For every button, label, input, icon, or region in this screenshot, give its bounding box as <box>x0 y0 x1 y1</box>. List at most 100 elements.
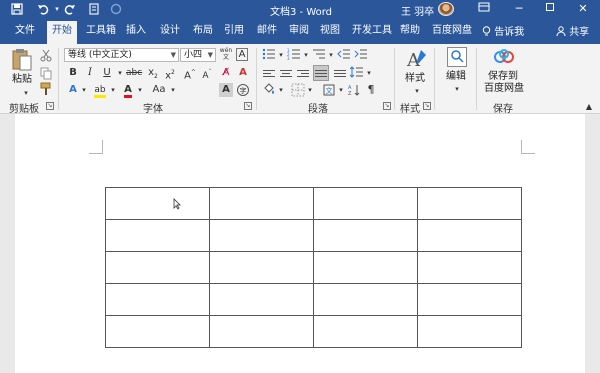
cut-icon[interactable] <box>39 48 53 62</box>
tab-view[interactable]: 视图 <box>318 23 342 44</box>
tab-design[interactable]: 设计 <box>158 23 182 44</box>
collapse-ribbon-icon[interactable]: ▲ <box>582 100 596 114</box>
close-icon[interactable]: ✕ <box>574 1 592 17</box>
grow-font-icon[interactable]: A^ <box>183 66 197 81</box>
tab-developer[interactable]: 开发工具 <box>350 23 394 44</box>
text-effects-dropdown-icon[interactable]: ▾ <box>77 83 91 97</box>
paste-icon[interactable] <box>11 48 33 72</box>
shrink-font-icon[interactable]: Aˇ <box>200 66 214 81</box>
font-size-combo[interactable]: 小四 ▼ <box>180 48 216 62</box>
clipboard-launcher-icon[interactable]: ↘ <box>46 102 54 110</box>
editing-dropdown-icon[interactable]: ▾ <box>450 82 464 96</box>
table-cell[interactable] <box>313 219 418 252</box>
decrease-indent-icon[interactable] <box>337 48 351 62</box>
underline-icon[interactable]: U <box>100 66 114 80</box>
table-cell[interactable] <box>313 283 418 316</box>
undo-dropdown-icon[interactable]: ▾ <box>51 3 63 15</box>
tab-file[interactable]: 文件 <box>13 23 37 44</box>
table-cell[interactable] <box>105 251 210 284</box>
table-cell[interactable] <box>209 219 314 252</box>
table-cell[interactable] <box>417 251 522 284</box>
table-cell[interactable] <box>105 187 210 220</box>
undo-icon[interactable] <box>37 3 49 15</box>
tab-references[interactable]: 引用 <box>222 23 246 44</box>
font-launcher-icon[interactable]: ↘ <box>244 102 252 110</box>
tab-mailings[interactable]: 邮件 <box>255 23 279 44</box>
underline-dropdown-icon[interactable]: ▾ <box>113 66 127 80</box>
redo-icon[interactable] <box>64 3 76 15</box>
enclose-characters-icon[interactable]: 字 <box>236 83 250 97</box>
paste-label[interactable]: 粘贴 <box>12 73 32 87</box>
bullets-dropdown-icon[interactable]: ▾ <box>274 48 288 62</box>
table-cell[interactable] <box>417 315 522 348</box>
table-cell[interactable] <box>209 187 314 220</box>
clear-formatting-icon[interactable]: A̸ <box>219 66 233 80</box>
styles-launcher-icon[interactable]: ↘ <box>423 102 431 110</box>
table-cell[interactable] <box>313 187 418 220</box>
table-cell[interactable] <box>209 315 314 348</box>
tab-baidu-netdisk[interactable]: 百度网盘 <box>430 23 474 44</box>
save-icon[interactable] <box>11 3 23 15</box>
circle-icon[interactable] <box>110 3 122 15</box>
subscript-icon[interactable]: x2 <box>146 66 160 80</box>
highlight-dropdown-icon[interactable]: ▾ <box>106 83 120 97</box>
avatar[interactable] <box>438 2 454 16</box>
tab-help[interactable]: 帮助 <box>398 23 422 44</box>
table-cell[interactable] <box>417 187 522 220</box>
table-cell[interactable] <box>105 283 210 316</box>
tab-insert[interactable]: 插入 <box>124 23 148 44</box>
shading-dropdown-icon[interactable]: ▾ <box>274 83 288 97</box>
text-format-icon[interactable]: A <box>236 66 250 80</box>
restore-icon[interactable] <box>541 1 559 17</box>
minimize-icon[interactable]: ─ <box>510 1 528 17</box>
save-to-label-2[interactable]: 百度网盘 <box>484 82 524 96</box>
table-cell[interactable] <box>209 251 314 284</box>
justify-icon[interactable] <box>313 65 329 81</box>
distributed-icon[interactable] <box>333 66 347 80</box>
share-button[interactable]: 共享 <box>556 23 589 38</box>
sort-icon[interactable]: AZ <box>347 83 361 97</box>
styles-dropdown-icon[interactable]: ▾ <box>410 84 424 98</box>
user-name[interactable]: 王 羽卒 <box>401 3 434 18</box>
ribbon-display-icon[interactable] <box>475 1 493 17</box>
format-painter-icon[interactable] <box>39 82 53 96</box>
touch-mode-icon[interactable] <box>88 3 100 15</box>
highlight-icon[interactable]: ab <box>93 83 107 98</box>
phonetic-guide-icon[interactable]: wén 文 <box>219 47 233 63</box>
table-cell[interactable] <box>417 283 522 316</box>
line-spacing-dropdown-icon[interactable]: ▾ <box>362 66 376 80</box>
character-shading-icon[interactable]: A <box>219 83 233 97</box>
document-page[interactable] <box>15 114 585 373</box>
superscript-icon[interactable]: x2 <box>163 66 177 81</box>
paste-dropdown-icon[interactable]: ▾ <box>19 86 33 100</box>
styles-icon[interactable]: A <box>405 47 429 71</box>
multilevel-dropdown-icon[interactable]: ▾ <box>324 48 338 62</box>
tell-me-box[interactable]: 告诉我 <box>482 23 524 38</box>
font-color-dropdown-icon[interactable]: ▾ <box>133 83 147 97</box>
paragraph-launcher-icon[interactable]: ↘ <box>383 102 391 110</box>
table-cell[interactable] <box>417 219 522 252</box>
table-cell[interactable] <box>105 219 210 252</box>
tab-toolbox[interactable]: 工具箱 <box>84 23 118 44</box>
align-center-icon[interactable] <box>279 66 293 80</box>
tab-home[interactable]: 开始 <box>47 21 77 44</box>
bold-icon[interactable]: B <box>66 66 80 80</box>
find-icon[interactable] <box>447 47 467 67</box>
font-name-combo[interactable]: 等线 (中文正文) ▼ <box>64 48 179 62</box>
italic-icon[interactable]: I <box>83 66 97 80</box>
table-cell[interactable] <box>313 251 418 284</box>
table-cell[interactable] <box>313 315 418 348</box>
strikethrough-icon[interactable]: abc <box>126 66 142 80</box>
copy-icon[interactable] <box>39 66 53 80</box>
chinese-layout-dropdown-icon[interactable]: ▾ <box>334 83 348 97</box>
show-marks-icon[interactable]: ¶ <box>364 83 378 97</box>
change-case-dropdown-icon[interactable]: ▾ <box>166 83 180 97</box>
borders-dropdown-icon[interactable]: ▾ <box>303 83 317 97</box>
table-cell[interactable] <box>105 315 210 348</box>
baidu-netdisk-icon[interactable] <box>493 48 515 66</box>
numbering-dropdown-icon[interactable]: ▾ <box>299 48 313 62</box>
character-border-icon[interactable]: A <box>236 48 248 61</box>
align-left-icon[interactable] <box>262 66 276 80</box>
table-cell[interactable] <box>209 283 314 316</box>
align-right-icon[interactable] <box>296 66 310 80</box>
